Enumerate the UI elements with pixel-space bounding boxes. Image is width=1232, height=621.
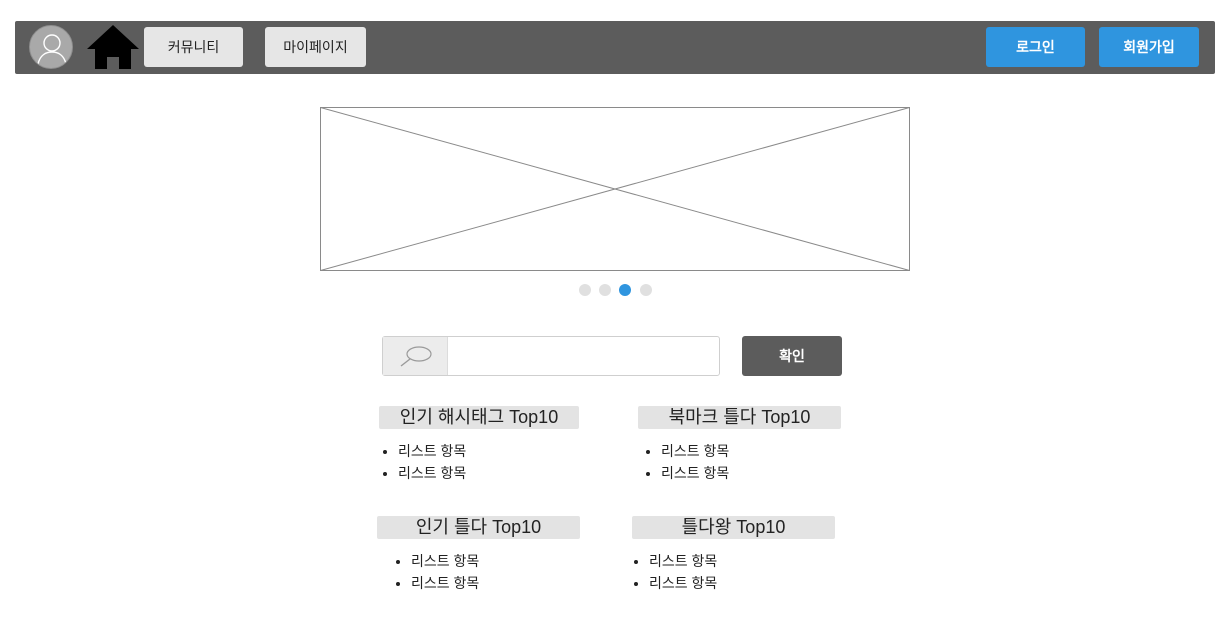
list-item[interactable]: 리스트 항목 — [398, 462, 466, 484]
user-avatar-icon[interactable] — [29, 25, 73, 69]
section-title: 북마크 틀다 Top10 — [638, 406, 841, 429]
section-title: 인기 틀다 Top10 — [377, 516, 580, 539]
list-item[interactable]: 리스트 항목 — [411, 550, 479, 572]
ranking-list: 리스트 항목 리스트 항목 — [379, 440, 466, 484]
search-icon[interactable] — [383, 337, 448, 375]
carousel-dot[interactable] — [619, 284, 631, 296]
list-item[interactable]: 리스트 항목 — [661, 440, 729, 462]
list-item[interactable]: 리스트 항목 — [661, 462, 729, 484]
search-box — [382, 336, 720, 376]
carousel-dot[interactable] — [599, 284, 611, 296]
list-item[interactable]: 리스트 항목 — [649, 550, 717, 572]
banner-image-placeholder[interactable] — [320, 107, 910, 271]
list-item[interactable]: 리스트 항목 — [411, 572, 479, 594]
carousel-dot[interactable] — [640, 284, 652, 296]
section-title: 틀다왕 Top10 — [632, 516, 835, 539]
top-nav-bar: 커뮤니티 마이페이지 로그인 회원가입 — [15, 21, 1215, 74]
nav-community-button[interactable]: 커뮤니티 — [144, 27, 243, 67]
section-title: 인기 해시태그 Top10 — [379, 406, 579, 429]
ranking-list: 리스트 항목 리스트 항목 — [392, 550, 479, 594]
list-item[interactable]: 리스트 항목 — [398, 440, 466, 462]
signup-button[interactable]: 회원가입 — [1099, 27, 1199, 67]
ranking-list: 리스트 항목 리스트 항목 — [642, 440, 729, 484]
confirm-button[interactable]: 확인 — [742, 336, 842, 376]
nav-mypage-button[interactable]: 마이페이지 — [265, 27, 366, 67]
login-button[interactable]: 로그인 — [986, 27, 1085, 67]
ranking-list: 리스트 항목 리스트 항목 — [630, 550, 717, 594]
carousel-dot[interactable] — [579, 284, 591, 296]
list-item[interactable]: 리스트 항목 — [649, 572, 717, 594]
search-input[interactable] — [448, 337, 718, 375]
home-icon[interactable] — [85, 23, 141, 71]
